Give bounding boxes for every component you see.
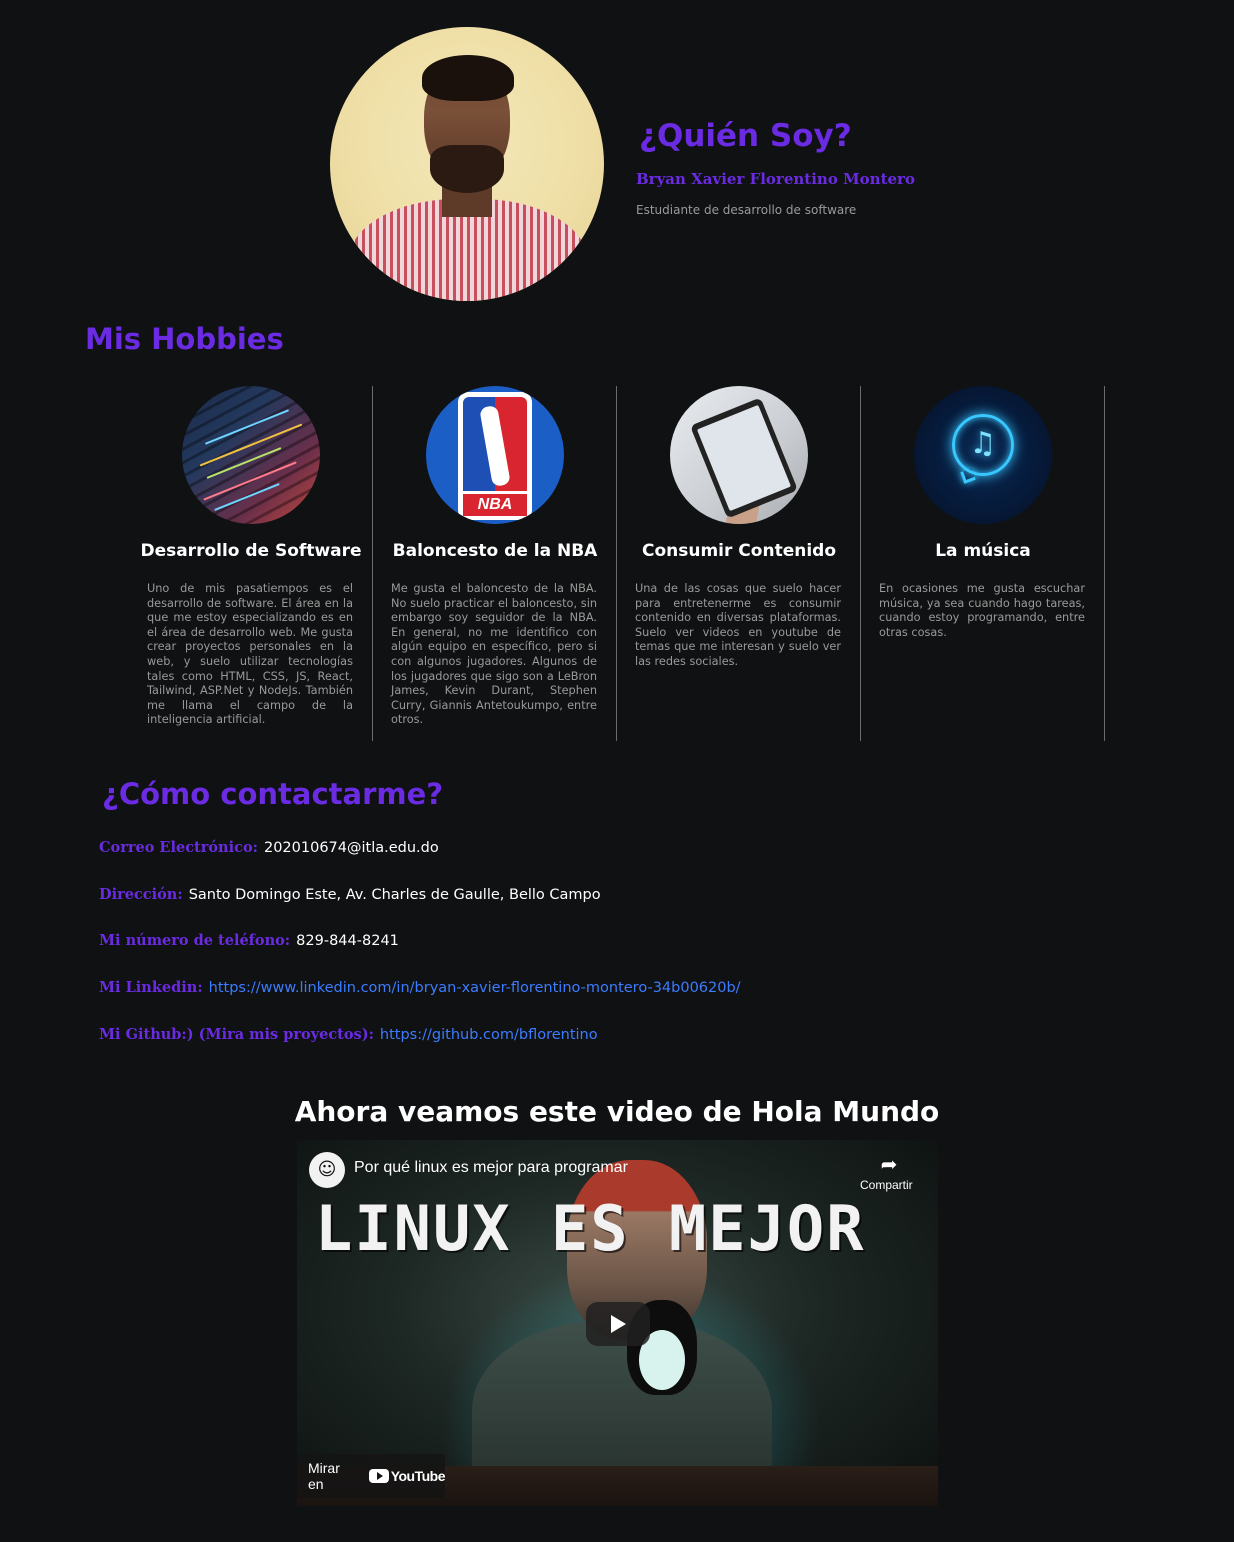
hobby-description: Una de las cosas que suelo hacer para en… <box>635 582 841 668</box>
hobby-card-nba: NBA Baloncesto de la NBA Me gusta el bal… <box>373 386 617 741</box>
linkedin-link[interactable]: https://www.linkedin.com/in/bryan-xavier… <box>209 980 741 996</box>
contact-heading: ¿Cómo contactarme? <box>102 777 444 811</box>
youtube-logo-icon: YouTube <box>368 1468 446 1484</box>
hobby-description: En ocasiones me gusta escuchar música, y… <box>879 582 1085 639</box>
github-label: Mi Github:) (Mira mis proyectos): <box>99 1026 374 1043</box>
video-heading: Ahora veamos este video de Hola Mundo <box>294 1095 940 1128</box>
hobby-title: Baloncesto de la NBA <box>392 541 598 561</box>
profile-name: Bryan Xavier Florentino Montero <box>636 170 915 188</box>
watch-on-youtube-button[interactable]: Mirar en YouTube <box>297 1454 446 1498</box>
nba-logo-text: NBA <box>463 494 527 516</box>
address-label: Dirección: <box>99 886 183 903</box>
hobbies-heading: Mis Hobbies <box>85 322 284 356</box>
github-link[interactable]: https://github.com/bflorentino <box>380 1027 598 1043</box>
hobby-card-content: Consumir Contenido Una de las cosas que … <box>617 386 861 741</box>
nba-logo-image: NBA <box>426 386 564 524</box>
profile-photo <box>330 27 604 301</box>
video-title[interactable]: Por qué linux es mejor para programar <box>354 1159 628 1177</box>
hobby-title: La música <box>935 541 1031 561</box>
address-value: Santo Domingo Este, Av. Charles de Gaull… <box>188 887 601 903</box>
hobby-card-music: ♫ La música En ocasiones me gusta escuch… <box>861 386 1105 741</box>
email-value: 202010674@itla.edu.do <box>263 840 439 856</box>
share-icon[interactable]: ➦ <box>877 1152 901 1176</box>
phone-label: Mi número de teléfono: <box>99 932 291 949</box>
share-button[interactable]: Compartir <box>860 1178 913 1192</box>
hobby-description: Me gusta el baloncesto de la NBA. No sue… <box>391 582 597 727</box>
tablet-image <box>670 386 808 524</box>
contact-address-row: Dirección: Santo Domingo Este, Av. Charle… <box>99 885 601 903</box>
contact-email-row: Correo Electrónico: 202010674@itla.edu.do <box>99 838 439 856</box>
hobby-title: Desarrollo de Software <box>140 541 362 561</box>
youtube-wordmark: YouTube <box>390 1468 446 1484</box>
linkedin-label: Mi Linkedin: <box>99 979 203 996</box>
hobby-description: Uno de mis pasatiempos es el desarrollo … <box>147 582 353 727</box>
phone-value: 829-844-8241 <box>296 933 399 949</box>
thumbnail-text: LINUX ES MEJOR <box>315 1192 866 1265</box>
profile-role: Estudiante de desarrollo de software <box>636 203 857 217</box>
watch-on-label: Mirar en <box>308 1460 340 1492</box>
email-label: Correo Electrónico: <box>99 839 258 856</box>
play-icon <box>611 1315 626 1333</box>
play-button[interactable] <box>586 1302 650 1346</box>
about-heading: ¿Quién Soy? <box>639 118 852 154</box>
column-divider <box>1104 386 1105 741</box>
contact-phone-row: Mi número de teléfono: 829-844-8241 <box>99 931 399 949</box>
hobby-card-software: Desarrollo de Software Uno de mis pasati… <box>129 386 373 741</box>
code-image <box>182 386 320 524</box>
channel-avatar[interactable]: ☺ <box>309 1152 345 1188</box>
contact-github-row: Mi Github:) (Mira mis proyectos): https:/… <box>99 1025 598 1043</box>
hobby-title: Consumir Contenido <box>641 541 836 561</box>
contact-linkedin-row: Mi Linkedin: https://www.linkedin.com/in/… <box>99 978 741 996</box>
youtube-embed[interactable]: LINUX ES MEJOR ☺ Por qué linux es mejor … <box>297 1140 938 1506</box>
music-note-icon: ♫ <box>914 386 1052 524</box>
